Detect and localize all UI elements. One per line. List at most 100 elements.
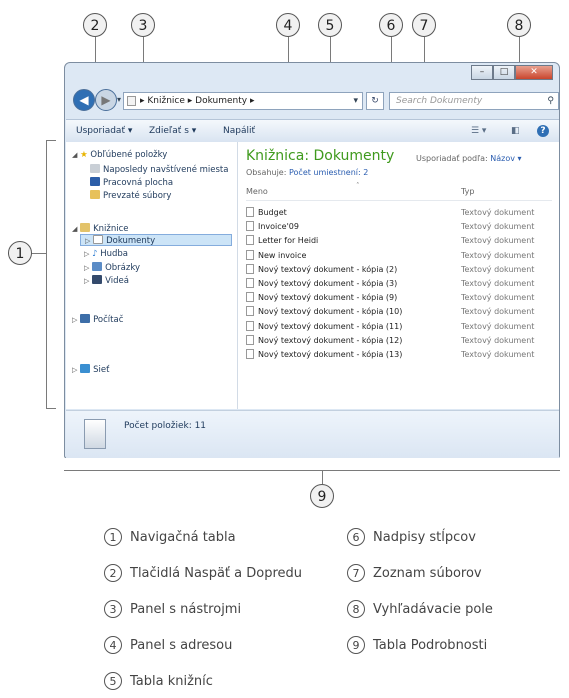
nav-desktop-label: Pracovná plocha — [103, 178, 174, 188]
collapse-arrow-icon[interactable]: ▷ — [84, 250, 89, 258]
legend-item: 4 Panel s adresou — [104, 636, 232, 654]
legend-number: 6 — [347, 528, 365, 546]
column-header-type[interactable]: Typ — [461, 187, 474, 196]
text-document-icon — [246, 221, 254, 232]
videos-icon — [92, 275, 103, 284]
file-row[interactable]: Nový textový dokument - kópia (12) Textov… — [246, 334, 552, 347]
refresh-button[interactable]: ↻ — [366, 92, 384, 110]
legend-number: 5 — [104, 672, 122, 690]
file-name: Nový textový dokument - kópia (13) — [258, 350, 403, 359]
file-name: Nový textový dokument - kópia (2) — [258, 264, 398, 274]
library-large-icon — [84, 419, 106, 449]
legend-number: 2 — [104, 564, 122, 582]
nav-downloads-label: Prevzaté súbory — [103, 191, 172, 201]
nav-recent-places[interactable]: Naposledy navštívené miesta — [90, 164, 228, 175]
arrange-by-dropdown[interactable]: Názov ▾ — [490, 154, 521, 163]
file-row[interactable]: Nový textový dokument - kópia (9) Textový… — [246, 292, 552, 304]
expand-arrow-icon[interactable]: ◢ — [72, 225, 77, 233]
nav-recent-label: Naposledy navštívené miesta — [103, 165, 229, 175]
share-with-button[interactable]: Zdieľať s ▾ — [149, 120, 196, 142]
details-pane: Počet položiek: 11 — [66, 410, 559, 458]
nav-documents-selected[interactable]: ▷ Dokumenty — [80, 234, 232, 246]
file-name: Nový textový dokument - kópia (3) — [258, 279, 398, 288]
nav-pictures[interactable]: ▷ Obrázky — [84, 262, 140, 273]
file-row[interactable]: Nový textový dokument - kópia (2) Textový… — [246, 263, 552, 276]
address-path: ▸ Knižnice ▸ Dokumenty ▸ — [140, 96, 255, 106]
collapse-arrow-icon[interactable]: ▷ — [85, 237, 90, 245]
leader-bracket-1-top — [46, 140, 56, 141]
legend-label: Navigačná tabla — [130, 530, 236, 545]
nav-downloads[interactable]: Prevzaté súbory — [90, 190, 171, 201]
collapse-arrow-icon[interactable]: ▷ — [72, 366, 77, 374]
view-options-icon[interactable]: ☰ ▾ — [471, 120, 486, 142]
file-row[interactable]: Invoice'09 Textový dokument — [246, 221, 552, 233]
library-icon — [127, 96, 136, 106]
collapse-arrow-icon[interactable]: ▷ — [84, 264, 89, 272]
leader-bracket-1-bottom — [46, 408, 56, 409]
minimize-button[interactable]: – — [471, 65, 493, 80]
leader-bracket-1 — [46, 140, 47, 408]
file-row[interactable]: Letter for Heidi Textový dokument — [246, 235, 552, 247]
search-box[interactable]: Search Dokumenty ⚲ — [389, 92, 559, 110]
file-name: Nový textový dokument - kópia (12) — [258, 335, 403, 345]
nav-desktop[interactable]: Pracovná plocha — [90, 177, 173, 188]
address-bar[interactable]: ▸ Knižnice ▸ Dokumenty ▸ ▾ — [123, 92, 363, 110]
arrange-by: Usporiadať podľa: Názov ▾ — [416, 154, 522, 163]
callout-1: 1 — [8, 241, 32, 265]
file-row[interactable]: Nový textový dokument - kópia (3) Textový… — [246, 278, 552, 290]
file-row[interactable]: New invoice Textový dokument — [246, 249, 552, 262]
file-row[interactable]: Nový textový dokument - kópia (10) Textov… — [246, 306, 552, 318]
includes-locations-link[interactable]: Počet umiestnení: 2 — [289, 168, 368, 177]
close-button[interactable]: ✕ — [515, 65, 553, 80]
nav-videos[interactable]: ▷ Videá — [84, 275, 129, 286]
libraries-icon — [80, 223, 91, 232]
nav-favorites[interactable]: ◢ ★ Obľúbené položky — [72, 150, 167, 160]
leader-bracket-9 — [64, 470, 560, 471]
recent-pages-dropdown-icon[interactable]: ▾ — [117, 95, 121, 104]
back-button[interactable]: ◀ — [73, 89, 95, 111]
legend-item: 7 Zoznam súborov — [347, 564, 482, 582]
legend-number: 8 — [347, 600, 365, 618]
nav-network[interactable]: ▷ Sieť — [72, 364, 109, 375]
organize-button[interactable]: Usporiadať ▾ — [76, 120, 132, 142]
preview-pane-icon[interactable]: ◧ — [511, 120, 520, 142]
command-toolbar: Usporiadať ▾ Zdieľať s ▾ Napáliť ☰ ▾ ◧ ? — [66, 119, 559, 143]
collapse-arrow-icon[interactable]: ▷ — [84, 277, 89, 285]
column-header-name[interactable]: Meno — [246, 187, 268, 196]
column-headers: Meno ˆ Typ — [246, 182, 552, 201]
forward-button[interactable]: ▶ — [95, 89, 117, 111]
address-toolbar: ◀ ▶ ▾ ▸ Knižnice ▸ Dokumenty ▸ ▾ ↻ Searc… — [73, 89, 559, 113]
maximize-button[interactable]: □ — [493, 65, 515, 80]
desktop-icon — [90, 177, 100, 186]
address-dropdown-icon[interactable]: ▾ — [353, 93, 358, 109]
file-name: New invoice — [258, 250, 307, 260]
legend-item: 6 Nadpisy stĺpcov — [347, 528, 476, 546]
sort-arrow-icon: ˆ — [356, 182, 360, 190]
downloads-icon — [90, 190, 100, 199]
recent-places-icon — [90, 164, 100, 173]
expand-arrow-icon[interactable]: ◢ — [72, 151, 77, 159]
navigation-pane: ◢ ★ Obľúbené položky Naposledy navštíven… — [66, 142, 238, 409]
legend-number: 1 — [104, 528, 122, 546]
text-document-icon — [246, 292, 254, 303]
collapse-arrow-icon[interactable]: ▷ — [72, 316, 77, 324]
legend-number: 4 — [104, 636, 122, 654]
file-row[interactable]: Nový textový dokument - kópia (13) Textov… — [246, 349, 552, 361]
nav-libraries[interactable]: ◢ Knižnice — [72, 223, 129, 234]
file-row[interactable]: Nový textový dokument - kópia (11) Textov… — [246, 320, 552, 333]
nav-computer-label: Počítač — [93, 315, 124, 325]
nav-computer[interactable]: ▷ Počítač — [72, 314, 123, 325]
legend-label: Tabla knižníc — [130, 674, 213, 689]
library-title: Knižnica: Dokumenty — [246, 148, 395, 164]
legend-label: Panel s nástrojmi — [130, 602, 242, 617]
arrange-by-label: Usporiadať podľa: — [416, 154, 488, 163]
help-icon[interactable]: ? — [537, 125, 549, 137]
file-type: Textový dokument — [461, 350, 535, 359]
nav-libraries-label: Knižnice — [93, 224, 129, 234]
burn-button[interactable]: Napáliť — [223, 120, 255, 142]
file-row[interactable]: Budget Textový dokument — [246, 207, 552, 219]
file-type: Textový dokument — [461, 321, 535, 331]
text-document-icon — [246, 207, 254, 217]
nav-music[interactable]: ▷ ♪ Hudba — [84, 249, 128, 259]
legend-item: 2 Tlačidlá Naspäť a Dopredu — [104, 564, 302, 582]
